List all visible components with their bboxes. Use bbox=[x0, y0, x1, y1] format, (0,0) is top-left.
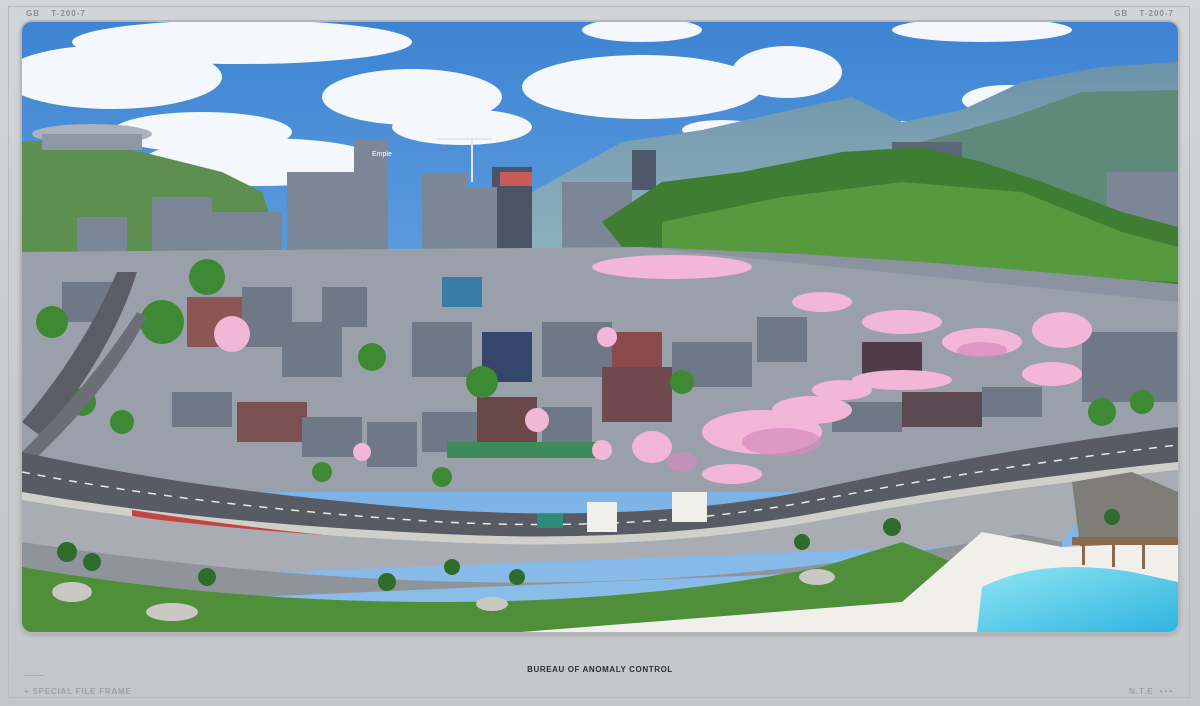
top-right-tag-code: GB bbox=[1114, 9, 1129, 18]
top-left-tag-code: GB bbox=[26, 9, 40, 18]
footer-left-label: + SPECIAL FILE FRAME bbox=[24, 675, 132, 696]
footer-dash bbox=[24, 675, 44, 676]
footer-dots: ••• bbox=[1159, 687, 1174, 696]
city-scene-image: Emple bbox=[22, 22, 1178, 632]
top-right-tag: GB T-200-7 bbox=[1114, 9, 1174, 18]
footer-right-text: N.T.E bbox=[1129, 687, 1154, 696]
footer-left-text: + SPECIAL FILE FRAME bbox=[24, 687, 132, 696]
top-left-tag: GB T-200-7 bbox=[26, 9, 86, 18]
caption-title: BUREAU OF ANOMALY CONTROL bbox=[527, 665, 673, 674]
footer-right-label: N.T.E ••• bbox=[1129, 687, 1174, 696]
building-sign: Emple bbox=[372, 151, 392, 158]
top-left-tag-serial: T-200-7 bbox=[51, 9, 86, 18]
top-right-tag-serial: T-200-7 bbox=[1139, 9, 1174, 18]
special-file-frame: GB T-200-7 GB T-200-7 Emple BUREAU OF AN… bbox=[0, 0, 1200, 706]
